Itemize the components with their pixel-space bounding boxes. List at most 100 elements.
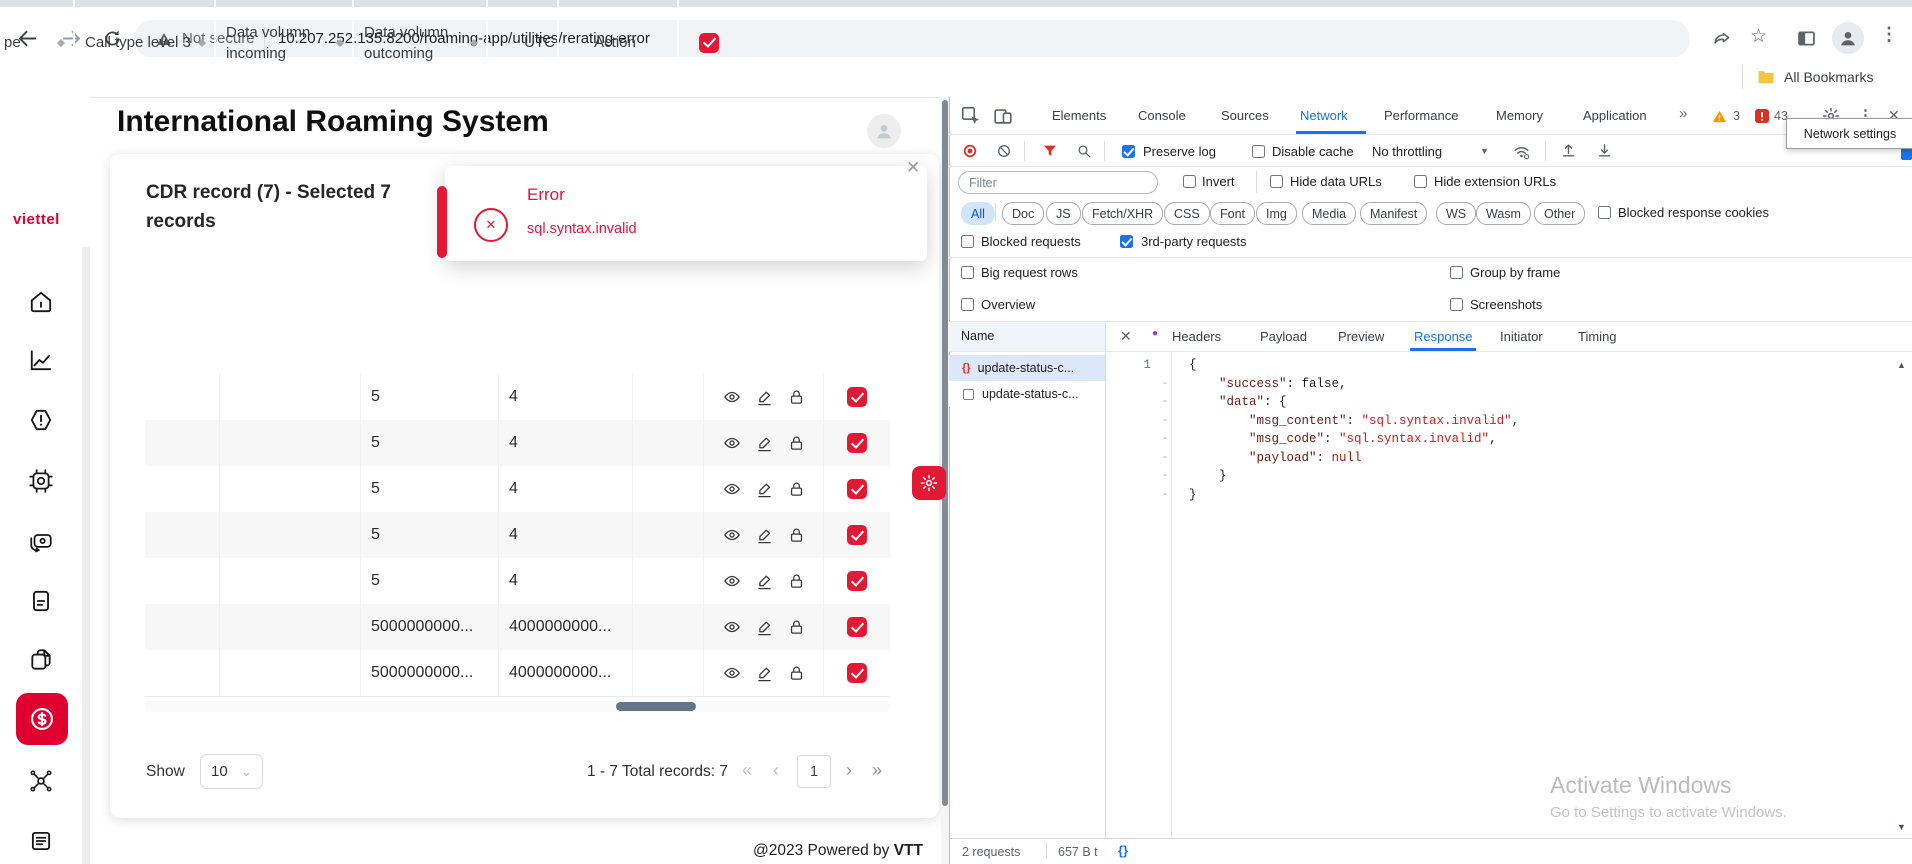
sidebar-chip-icon[interactable]: [28, 468, 54, 494]
name-column-header[interactable]: Name: [949, 322, 1105, 351]
settings-fab[interactable]: [912, 466, 946, 500]
row-checkbox[interactable]: [847, 525, 867, 545]
tab-elements[interactable]: Elements: [1052, 108, 1106, 123]
blocked-response-cookies-label[interactable]: Blocked response cookies: [1618, 205, 1769, 221]
sort-icon[interactable]: [469, 35, 479, 51]
scroll-up-icon[interactable]: ▲: [1897, 360, 1906, 370]
panel-tab-response[interactable]: Response: [1414, 329, 1473, 344]
chip-css[interactable]: CSS: [1164, 202, 1210, 225]
fold-marker[interactable]: -: [1155, 396, 1175, 408]
lock-icon[interactable]: [788, 527, 805, 544]
import-har-icon[interactable]: [1560, 142, 1577, 159]
edit-icon[interactable]: [756, 527, 773, 544]
row-checkbox[interactable]: [847, 433, 867, 453]
first-page-button[interactable]: «: [742, 760, 752, 781]
chip-font[interactable]: Font: [1210, 202, 1255, 225]
chip-other[interactable]: Other: [1534, 202, 1585, 225]
hide-data-urls-checkbox[interactable]: [1270, 175, 1283, 188]
last-page-button[interactable]: »: [872, 760, 882, 781]
fold-marker[interactable]: -: [1155, 433, 1175, 445]
page-number-button[interactable]: 1: [797, 755, 831, 788]
prev-page-button[interactable]: ‹: [773, 760, 779, 781]
sidebar-files-icon[interactable]: [28, 647, 54, 673]
column-header[interactable]: UTC: [488, 0, 559, 85]
chip-ws[interactable]: WS: [1436, 202, 1476, 225]
third-party-requests-label[interactable]: 3rd-party requests: [1141, 234, 1247, 250]
disable-cache-label[interactable]: Disable cache: [1272, 144, 1354, 160]
response-code[interactable]: 1{ -"success": false, -"data": { -"msg_c…: [1105, 356, 1894, 504]
lock-icon[interactable]: [788, 389, 805, 406]
chip-doc[interactable]: Doc: [1002, 202, 1044, 225]
view-icon[interactable]: [723, 434, 741, 452]
all-bookmarks-label[interactable]: All Bookmarks: [1784, 69, 1873, 85]
group-by-frame-label[interactable]: Group by frame: [1470, 265, 1560, 281]
sort-icon[interactable]: [335, 35, 345, 51]
next-page-button[interactable]: ›: [846, 760, 852, 781]
blocked-response-cookies-checkbox[interactable]: [1598, 206, 1611, 219]
star-bookmark-icon[interactable]: ☆: [1750, 25, 1767, 48]
fold-marker[interactable]: -: [1155, 415, 1175, 427]
chip-js[interactable]: JS: [1046, 202, 1081, 225]
column-header[interactable]: pe: [0, 0, 75, 85]
app-vscrollbar-thumb[interactable]: [942, 100, 948, 806]
lock-icon[interactable]: [788, 665, 805, 682]
format-braces-icon[interactable]: {}: [1118, 843, 1128, 858]
row-checkbox[interactable]: [847, 617, 867, 637]
app-avatar[interactable]: [867, 114, 901, 148]
chip-img[interactable]: Img: [1256, 202, 1297, 225]
clear-icon[interactable]: [996, 143, 1012, 159]
view-icon[interactable]: [723, 388, 741, 406]
panel-tab-initiator[interactable]: Initiator: [1500, 329, 1543, 344]
lock-icon[interactable]: [788, 481, 805, 498]
big-request-rows-label[interactable]: Big request rows: [981, 265, 1078, 281]
sidebar-network-icon[interactable]: [28, 768, 54, 794]
tab-memory[interactable]: Memory: [1496, 108, 1543, 123]
preserve-log-checkbox[interactable]: [1122, 145, 1135, 158]
throttling-select[interactable]: No throttling: [1372, 144, 1442, 160]
select-all-checkbox[interactable]: [699, 33, 719, 53]
network-filter-input[interactable]: [958, 171, 1158, 194]
panel-tab-timing[interactable]: Timing: [1578, 329, 1617, 344]
view-icon[interactable]: [723, 480, 741, 498]
table-hscrollbar-thumb[interactable]: [616, 702, 696, 711]
panel-tab-payload[interactable]: Payload: [1260, 329, 1307, 344]
hide-extension-urls-checkbox[interactable]: [1414, 175, 1427, 188]
panel-tab-preview[interactable]: Preview: [1338, 329, 1384, 344]
warnings-count[interactable]: 3: [1733, 109, 1740, 123]
sidebar-alert-icon[interactable]: [28, 407, 54, 433]
scroll-down-icon[interactable]: ▼: [1897, 822, 1906, 832]
export-har-icon[interactable]: [1596, 142, 1613, 159]
preserve-log-label[interactable]: Preserve log: [1143, 144, 1216, 160]
third-party-requests-checkbox[interactable]: [1120, 235, 1133, 248]
sidebar-document-icon[interactable]: [28, 588, 54, 614]
lock-icon[interactable]: [788, 619, 805, 636]
record-icon[interactable]: [962, 143, 978, 159]
lock-icon[interactable]: [788, 435, 805, 452]
profile-avatar[interactable]: [1832, 22, 1864, 54]
view-icon[interactable]: [723, 572, 741, 590]
filter-funnel-icon[interactable]: [1042, 143, 1058, 159]
chip-fetch-xhr[interactable]: Fetch/XHR: [1082, 202, 1163, 225]
tab-sources[interactable]: Sources: [1221, 108, 1269, 123]
edit-icon[interactable]: [756, 665, 773, 682]
more-tabs-icon[interactable]: »: [1679, 105, 1687, 122]
invert-label[interactable]: Invert: [1202, 174, 1235, 190]
edit-icon[interactable]: [756, 481, 773, 498]
edit-icon[interactable]: [756, 389, 773, 406]
chip-media[interactable]: Media: [1302, 202, 1356, 225]
tab-console[interactable]: Console: [1138, 108, 1186, 123]
overview-label[interactable]: Overview: [981, 297, 1035, 313]
close-icon[interactable]: ✕: [906, 158, 920, 178]
sidebar-home-icon[interactable]: [28, 289, 54, 315]
throttling-dropdown-icon[interactable]: ▼: [1480, 146, 1489, 156]
row-checkbox[interactable]: [847, 571, 867, 591]
hide-data-urls-label[interactable]: Hide data URLs: [1290, 174, 1382, 190]
search-icon[interactable]: [1076, 143, 1092, 159]
chip-all[interactable]: All: [961, 202, 995, 225]
fold-marker[interactable]: -: [1155, 489, 1175, 501]
edit-icon[interactable]: [756, 573, 773, 590]
device-toolbar-icon[interactable]: [992, 105, 1014, 127]
panel-tab-headers[interactable]: Headers: [1172, 329, 1221, 344]
sidebar-refresh-message-icon[interactable]: [28, 529, 54, 555]
request-row[interactable]: update-status-c...: [949, 381, 1105, 407]
